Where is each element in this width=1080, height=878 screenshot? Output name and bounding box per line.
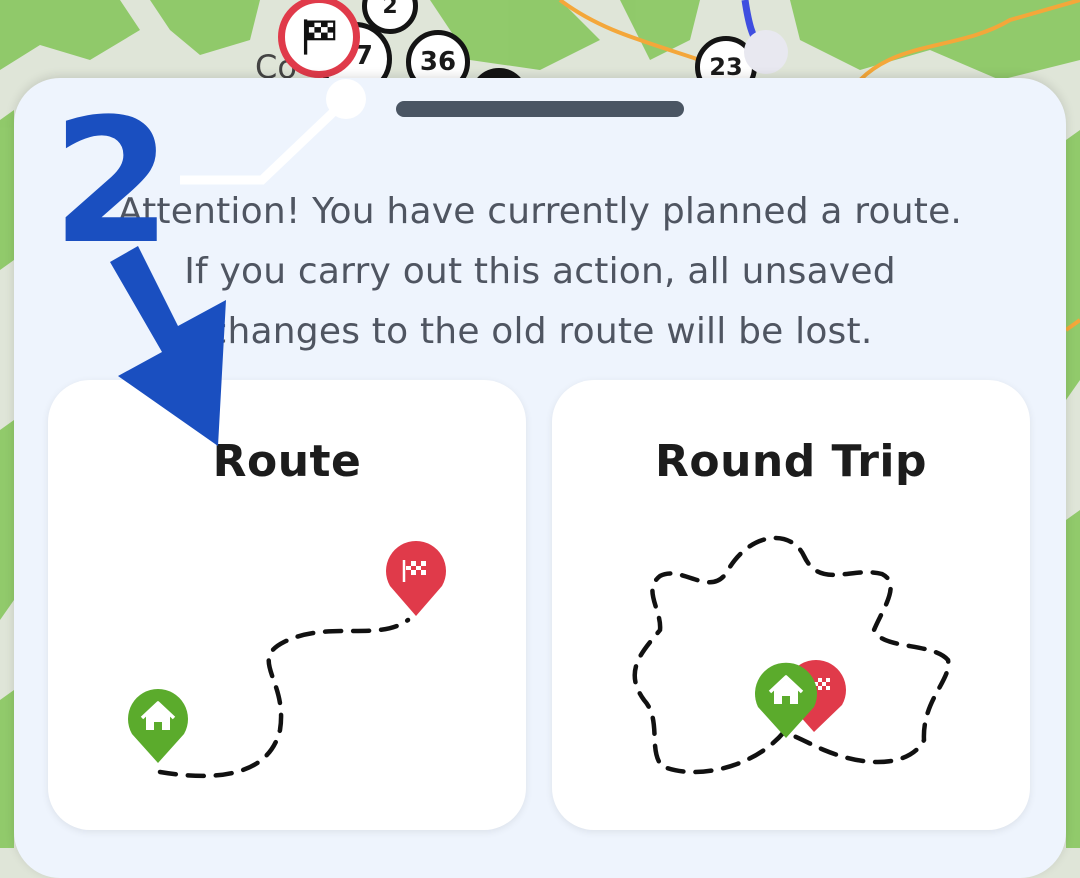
home-icon [128,689,188,763]
round-trip-option-card[interactable]: Round Trip [552,380,1030,830]
warning-line: changes to the old route will be lost. [207,311,873,352]
round-trip-illustration [632,535,951,775]
route-illustration [128,541,446,779]
sheet-drag-handle[interactable] [396,101,684,117]
cluster-count: 36 [419,47,457,77]
checkered-flag-icon [386,541,446,616]
home-icon [755,662,817,738]
cluster-count: 2 [382,0,398,19]
cluster-count: 23 [709,53,743,81]
warning-line: Attention! You have currently planned a … [117,191,963,232]
map-route-end-marker[interactable] [744,30,788,74]
checkered-flag-icon [303,19,336,55]
unsaved-changes-warning: Attention! You have currently planned a … [14,182,1066,362]
warning-line: If you carry out this action, all unsave… [184,251,896,292]
route-type-bottom-sheet: Attention! You have currently planned a … [14,78,1066,878]
route-option-card[interactable]: Route [48,380,526,830]
